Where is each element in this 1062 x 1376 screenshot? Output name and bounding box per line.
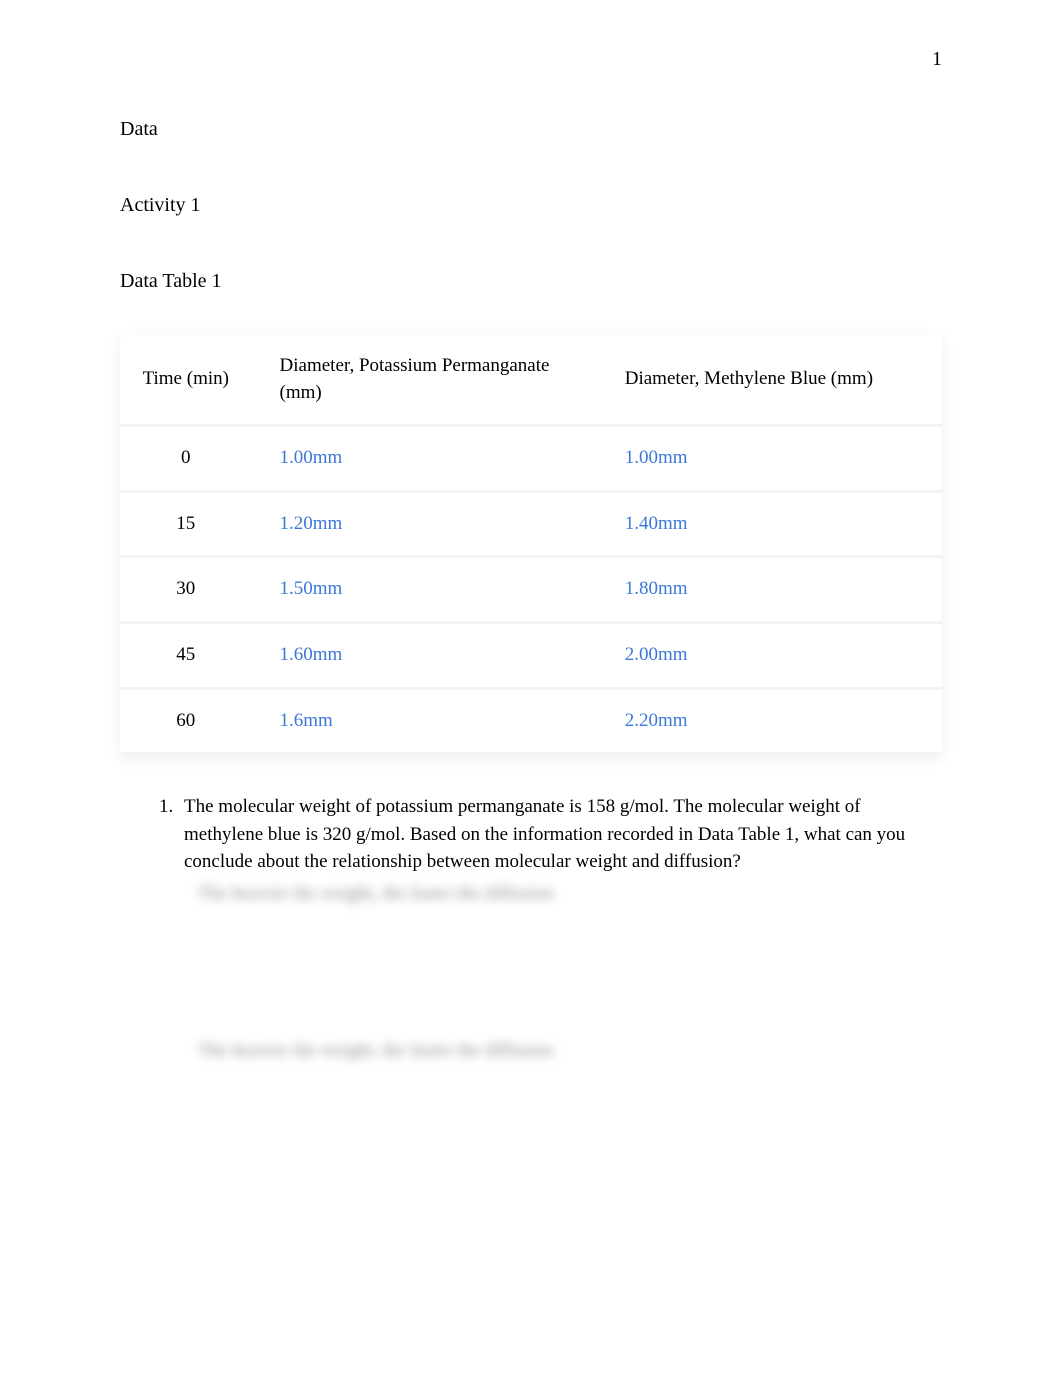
cell-time: 0 bbox=[120, 426, 252, 492]
table-row: 45 1.60mm 2.00mm bbox=[120, 622, 942, 688]
cell-time: 30 bbox=[120, 557, 252, 623]
cell-methylene: 1.00mm bbox=[597, 426, 942, 492]
cell-potassium: 1.6mm bbox=[252, 688, 597, 754]
cell-potassium: 1.60mm bbox=[252, 622, 597, 688]
blurred-answer: The heavier the weight, the faster the d… bbox=[198, 1037, 942, 1065]
col-header-time: Time (min) bbox=[120, 335, 252, 426]
data-table: Time (min) Diameter, Potassium Permangan… bbox=[120, 335, 942, 755]
table-row: 30 1.50mm 1.80mm bbox=[120, 557, 942, 623]
cell-methylene: 2.20mm bbox=[597, 688, 942, 754]
blurred-answer: The heavier the weight, the faster the d… bbox=[198, 880, 942, 908]
cell-potassium: 1.20mm bbox=[252, 491, 597, 557]
table-row: 0 1.00mm 1.00mm bbox=[120, 426, 942, 492]
cell-potassium: 1.00mm bbox=[252, 426, 597, 492]
page-number: 1 bbox=[932, 45, 942, 73]
col-header-methylene: Diameter, Methylene Blue (mm) bbox=[597, 335, 942, 426]
cell-methylene: 1.40mm bbox=[597, 491, 942, 557]
table-header-row: Time (min) Diameter, Potassium Permangan… bbox=[120, 335, 942, 426]
cell-time: 45 bbox=[120, 622, 252, 688]
table-row: 15 1.20mm 1.40mm bbox=[120, 491, 942, 557]
question-text: The molecular weight of potassium perman… bbox=[184, 796, 905, 872]
cell-methylene: 1.80mm bbox=[597, 557, 942, 623]
heading-activity: Activity 1 bbox=[120, 191, 942, 219]
cell-time: 15 bbox=[120, 491, 252, 557]
data-table-container: Time (min) Diameter, Potassium Permangan… bbox=[120, 335, 942, 755]
col-header-potassium: Diameter, Potassium Permanganate (mm) bbox=[252, 335, 597, 426]
heading-table: Data Table 1 bbox=[120, 267, 942, 295]
cell-time: 60 bbox=[120, 688, 252, 754]
cell-potassium: 1.50mm bbox=[252, 557, 597, 623]
question-list: The molecular weight of potassium perman… bbox=[158, 793, 942, 1065]
table-row: 60 1.6mm 2.20mm bbox=[120, 688, 942, 754]
question-item: The molecular weight of potassium perman… bbox=[178, 793, 942, 1065]
cell-methylene: 2.00mm bbox=[597, 622, 942, 688]
heading-data: Data bbox=[120, 115, 942, 143]
